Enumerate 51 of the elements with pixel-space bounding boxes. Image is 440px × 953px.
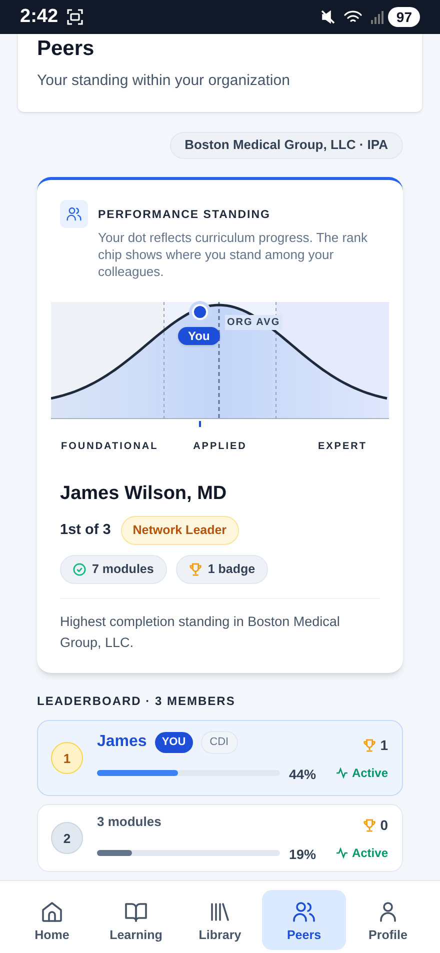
people-icon: [292, 900, 316, 924]
role-tag: CDI: [200, 730, 238, 754]
battery-indicator: 97: [388, 7, 420, 27]
summary-text: Highest completion standing in Boston Medical Group, LLC.: [59, 613, 341, 652]
nav-tab[interactable]: Profile: [346, 890, 430, 950]
nav-tab[interactable]: Library: [178, 890, 262, 950]
signal-icon: [370, 10, 384, 24]
nav-tab[interactable]: Peers: [262, 890, 346, 950]
screen-record-icon: [66, 8, 84, 26]
member-name: James: [97, 732, 147, 752]
you-badge: YOU: [154, 732, 193, 753]
doctor-name: James Wilson, MD: [59, 482, 228, 506]
page-title: Peers: [37, 36, 96, 62]
organization-chip: Boston Medical Group, LLC · IPA: [170, 132, 403, 158]
home-icon: [40, 900, 64, 924]
wifi-icon: [344, 9, 362, 25]
stat-chip: 7 modules: [60, 555, 167, 584]
position-tick: [199, 420, 201, 427]
trophy-count: 1: [380, 736, 388, 755]
section-description: Your dot reflects curriculum progress. The rank chip shows where you stand among your colleagues.: [98, 228, 369, 280]
book-icon: [124, 900, 148, 924]
trophy-icon: [188, 563, 202, 576]
stat-chip: 1 badge: [176, 555, 268, 584]
zone-label: FOUNDATIONAL: [60, 440, 160, 454]
nav-tab[interactable]: Home: [10, 890, 94, 950]
zone-label: APPLIED: [192, 440, 248, 454]
activity-icon: [336, 847, 348, 860]
check-circle-icon: [73, 563, 86, 576]
trophy-count: 0: [380, 816, 388, 835]
trophy-icon: [363, 738, 376, 752]
trophy-icon: [363, 818, 376, 832]
section-title: PERFORMANCE STANDING: [98, 208, 272, 222]
leaderboard-title: LEADERBOARD · 3 MEMBERS: [37, 693, 236, 710]
activity-icon: [336, 767, 348, 780]
nav-tab[interactable]: Learning: [94, 890, 178, 950]
people-icon: [60, 200, 88, 228]
status-text: Active: [352, 845, 388, 862]
status-text: Active: [352, 765, 388, 782]
leaderboard-row[interactable]: 2 3 modules 19% 0 Active: [37, 804, 403, 872]
progress-percent: 44%: [288, 766, 316, 784]
member-subtitle: 3 modules: [97, 813, 162, 832]
library-icon: [208, 900, 232, 924]
mute-icon: [320, 9, 336, 25]
rank-text: 1st of 3: [60, 520, 111, 540]
leaderboard-row[interactable]: 1 James YOU CDI 44% 1 Active: [37, 720, 403, 796]
zone-label: EXPERT: [316, 440, 368, 454]
status-time: 2:42: [20, 4, 58, 29]
page-subtitle: Your standing within your organization: [37, 71, 291, 91]
progress-percent: 19%: [288, 846, 316, 864]
average-label: ORG AVG: [225, 314, 282, 330]
rank-badge: Network Leader: [120, 516, 239, 546]
